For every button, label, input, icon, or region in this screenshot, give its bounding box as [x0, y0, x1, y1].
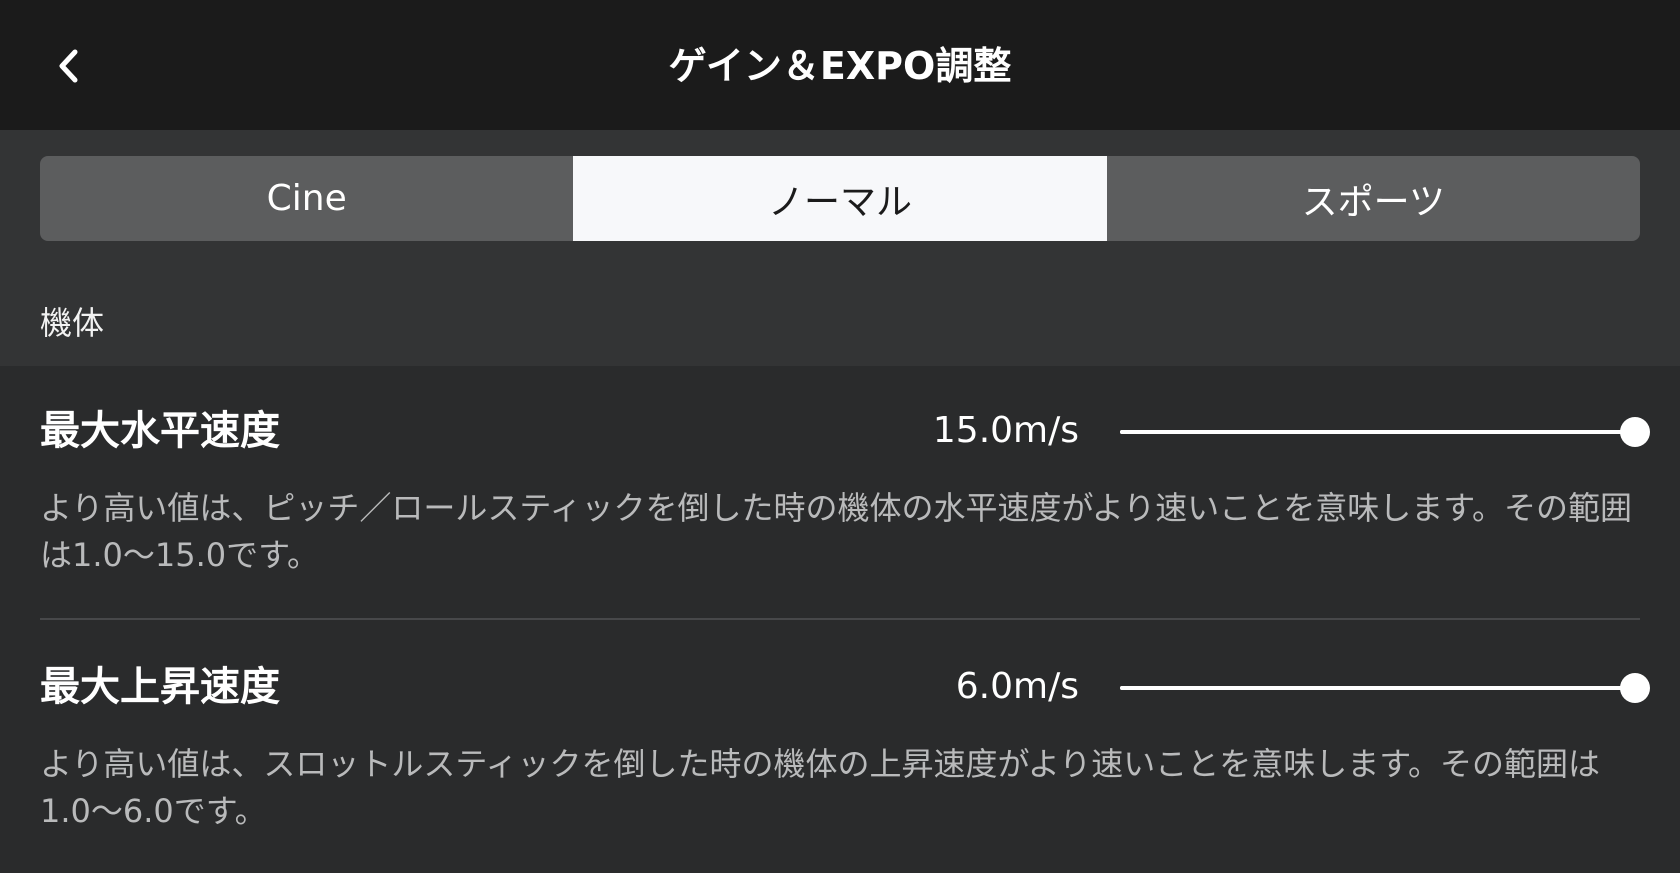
setting-value: 6.0m/s — [955, 666, 1079, 707]
tab-cine[interactable]: Cine — [40, 156, 573, 241]
slider-fill — [1120, 430, 1635, 434]
setting-name: 最大水平速度 — [40, 408, 280, 454]
page-title: ゲイン＆EXPO調整 — [668, 44, 1012, 88]
setting-max-ascent-speed: 最大上昇速度 6.0m/s より高い値は、スロットルスティックを倒した時の機体の… — [40, 659, 1650, 869]
section-label-aircraft: 機体 — [40, 304, 105, 342]
setting-description: より高い値は、スロットルスティックを倒した時の機体の上昇速度がより速いことを意味… — [40, 745, 1601, 830]
tab-normal[interactable]: ノーマル — [573, 156, 1107, 241]
slider-thumb[interactable] — [1620, 417, 1650, 447]
setting-max-horizontal-speed: 最大水平速度 15.0m/s より高い値は、ピッチ／ロールスティックを倒した時の… — [40, 403, 1650, 613]
setting-description: より高い値は、ピッチ／ロールスティックを倒した時の機体の水平速度がより速いことを… — [40, 489, 1633, 574]
slider-thumb[interactable] — [1620, 673, 1650, 703]
divider — [40, 618, 1640, 620]
slider-fill — [1120, 686, 1635, 690]
flight-mode-tabs: Cine ノーマル スポーツ — [40, 156, 1640, 241]
setting-name: 最大上昇速度 — [40, 664, 280, 710]
setting-value: 15.0m/s — [932, 410, 1079, 451]
max-ascent-speed-slider[interactable] — [1120, 673, 1650, 703]
tab-sports[interactable]: スポーツ — [1107, 156, 1640, 241]
max-horizontal-speed-slider[interactable] — [1120, 417, 1650, 447]
header-bar: ゲイン＆EXPO調整 — [0, 0, 1680, 130]
